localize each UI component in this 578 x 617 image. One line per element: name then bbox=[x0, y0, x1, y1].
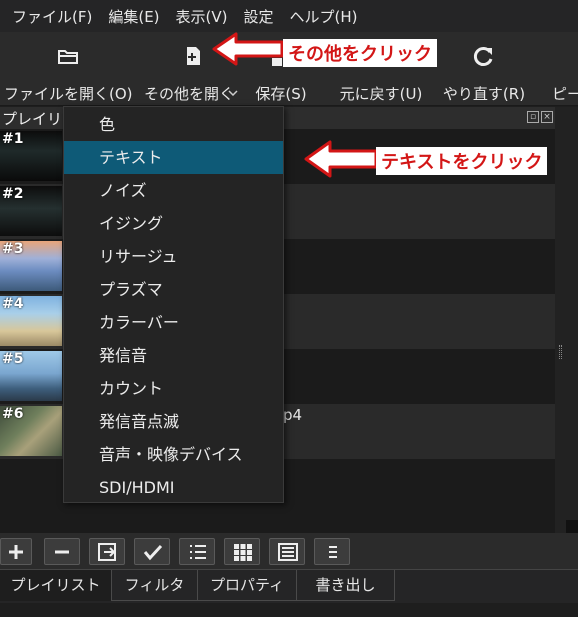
tab-properties[interactable]: プロパティ bbox=[198, 570, 297, 601]
tab-export[interactable]: 書き出し bbox=[297, 570, 395, 601]
update-button[interactable] bbox=[134, 538, 170, 565]
replace-icon bbox=[98, 543, 116, 561]
status-bar bbox=[0, 603, 578, 617]
row-text: p4 bbox=[283, 406, 303, 424]
grid-icon bbox=[234, 544, 252, 561]
row-index: #2 bbox=[2, 186, 24, 202]
redo-button[interactable]: やり直す(R) bbox=[440, 40, 528, 103]
table-icon bbox=[278, 543, 298, 561]
menu-item-noise[interactable]: ノイズ bbox=[64, 174, 283, 207]
folder-icon bbox=[58, 50, 78, 64]
annotation-click-text: テキストをクリック bbox=[376, 147, 548, 175]
row-index: #5 bbox=[2, 351, 24, 367]
check-icon bbox=[143, 544, 163, 561]
menu-item-sdi-hdmi[interactable]: SDI/HDMI bbox=[64, 471, 283, 504]
menu-help[interactable]: ヘルプ(H) bbox=[282, 6, 366, 27]
annotation-arrow-icon bbox=[212, 32, 284, 66]
splitter-handle[interactable] bbox=[559, 345, 562, 359]
row-index: #1 bbox=[2, 131, 24, 147]
peak-label: ピー bbox=[552, 85, 578, 102]
menu-bar: ファイル(F) 編集(E) 表示(V) 設定 ヘルプ(H) bbox=[0, 0, 578, 32]
tab-playlist[interactable]: プレイリスト bbox=[0, 570, 112, 601]
redo-label: やり直す(R) bbox=[442, 85, 526, 103]
row-index: #4 bbox=[2, 296, 24, 312]
annotation-arrow-icon bbox=[304, 140, 378, 178]
playlist-toolbar bbox=[0, 533, 578, 569]
open-file-label: ファイルを開く(O) bbox=[4, 85, 133, 103]
menu-item-blip-flash[interactable]: 発信音点滅 bbox=[64, 405, 283, 438]
new-file-icon bbox=[186, 47, 200, 65]
menu-item-av-device[interactable]: 音声・映像デバイス bbox=[64, 438, 283, 471]
menu-item-color-bars[interactable]: カラーバー bbox=[64, 306, 283, 339]
details-view-button[interactable] bbox=[179, 538, 215, 565]
close-icon[interactable]: × bbox=[541, 111, 553, 123]
replace-button[interactable] bbox=[89, 538, 125, 565]
open-file-button[interactable]: ファイルを開く(O) bbox=[4, 40, 133, 103]
dock-tabs: プレイリスト フィルタ プロパティ 書き出し bbox=[0, 569, 578, 603]
icons-view-button[interactable] bbox=[269, 538, 305, 565]
annotation-click-other: その他をクリック bbox=[283, 39, 437, 67]
playlist-menu-button[interactable] bbox=[314, 538, 350, 565]
plus-icon bbox=[9, 545, 23, 559]
menu-item-text[interactable]: テキスト bbox=[64, 141, 283, 174]
chevron-down-icon bbox=[228, 90, 238, 96]
list-icon bbox=[190, 545, 206, 559]
menu-view[interactable]: 表示(V) bbox=[168, 6, 236, 27]
menu-item-count[interactable]: カウント bbox=[64, 372, 283, 405]
menu-item-tone[interactable]: 発信音 bbox=[64, 339, 283, 372]
menu-item-lissajous[interactable]: リサージュ bbox=[64, 240, 283, 273]
add-button[interactable] bbox=[0, 538, 32, 565]
side-panel bbox=[555, 107, 578, 533]
redo-icon bbox=[473, 47, 493, 66]
row-index: #6 bbox=[2, 406, 24, 422]
menu-item-color[interactable]: 色 bbox=[64, 108, 283, 141]
menu-settings[interactable]: 設定 bbox=[236, 6, 282, 27]
save-label: 保存(S) bbox=[255, 85, 307, 103]
menu-icon bbox=[329, 546, 337, 558]
tiles-view-button[interactable] bbox=[224, 538, 260, 565]
minus-icon bbox=[55, 550, 69, 554]
open-other-dropdown: 色 テキスト ノイズ イジング リサージュ プラズマ カラーバー 発信音 カウン… bbox=[63, 106, 284, 503]
undo-label: 元に戻す(U) bbox=[339, 85, 423, 103]
menu-item-plasma[interactable]: プラズマ bbox=[64, 273, 283, 306]
menu-item-ising[interactable]: イジング bbox=[64, 207, 283, 240]
remove-button[interactable] bbox=[44, 538, 80, 565]
float-icon[interactable]: ▫ bbox=[527, 111, 539, 123]
tab-filters[interactable]: フィルタ bbox=[112, 570, 198, 601]
menu-edit[interactable]: 編集(E) bbox=[100, 6, 167, 27]
peak-button[interactable]: ピー bbox=[540, 40, 578, 102]
menu-file[interactable]: ファイル(F) bbox=[4, 6, 100, 27]
row-index: #3 bbox=[2, 241, 24, 257]
